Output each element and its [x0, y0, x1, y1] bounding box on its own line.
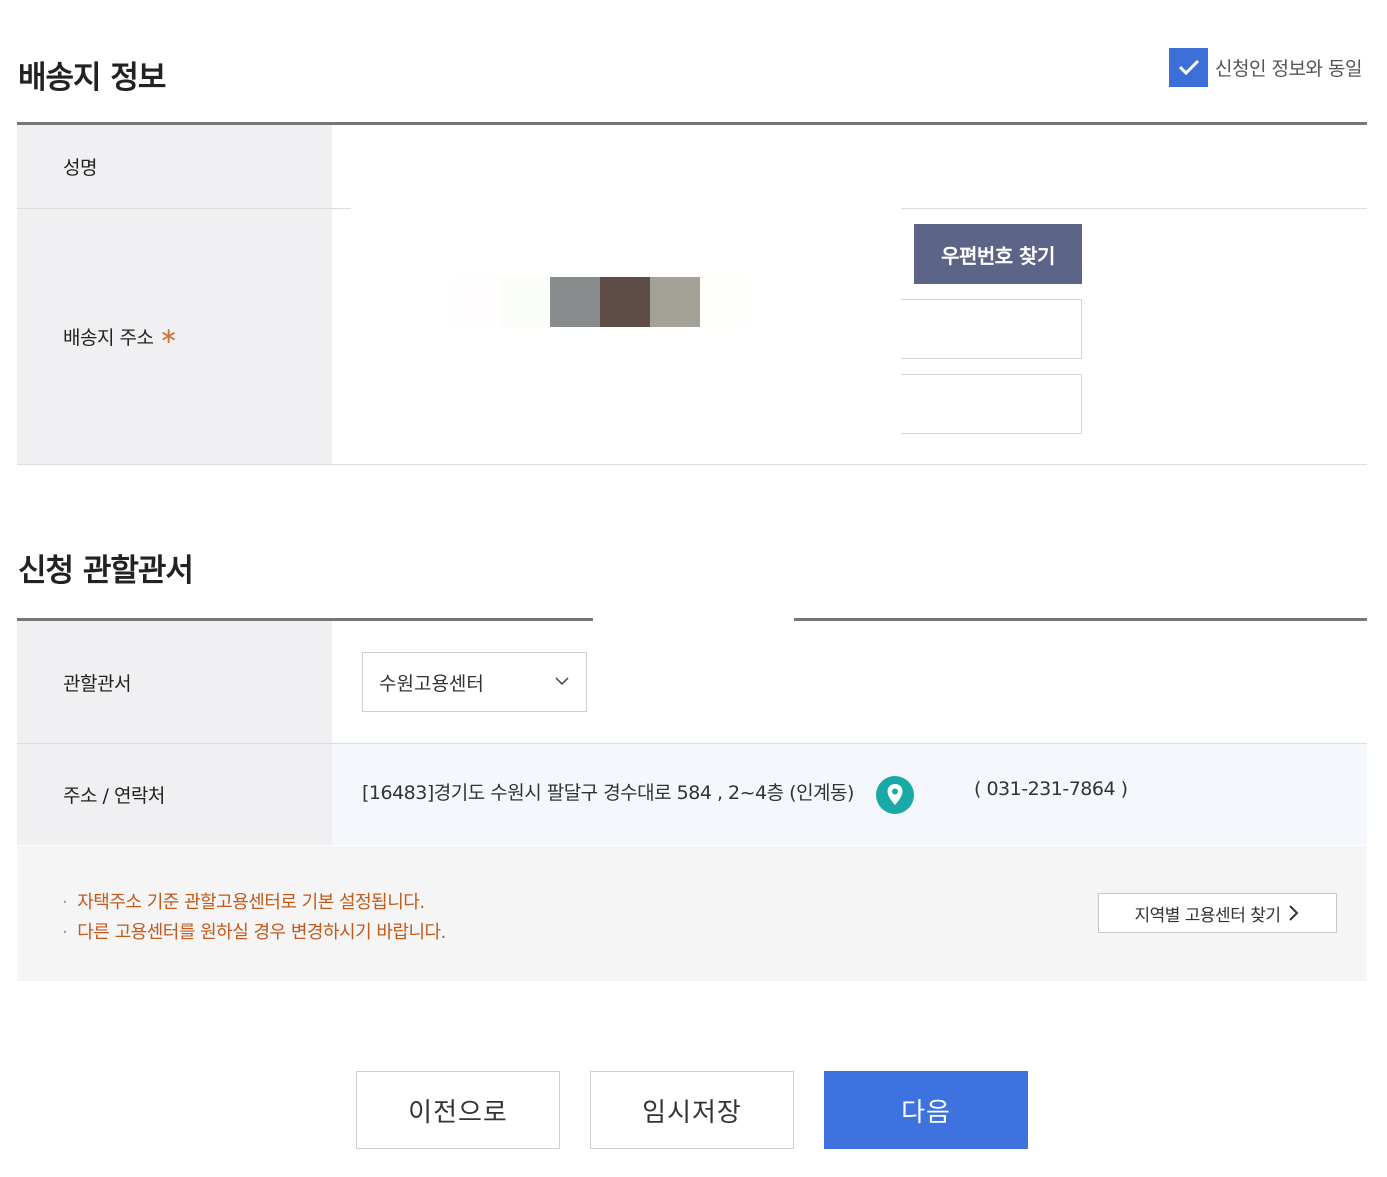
- find-regional-center-button[interactable]: 지역별 고용센터 찾기: [1098, 893, 1337, 933]
- bullet-icon: ·: [62, 922, 68, 943]
- address-line1-input[interactable]: [901, 299, 1082, 359]
- find-regional-center-label: 지역별 고용센터 찾기: [1134, 905, 1281, 926]
- bullet-icon: ·: [62, 892, 68, 913]
- checkbox-checked-icon[interactable]: [1169, 47, 1208, 87]
- delivery-section-title: 배송지 정보: [18, 60, 166, 96]
- office-select-value: 수원고용센터: [379, 672, 484, 695]
- office-label-cell: 관할관서: [17, 621, 332, 743]
- office-table-top-rule-right: [794, 618, 1367, 621]
- temp-save-button[interactable]: 임시저장: [590, 1071, 794, 1149]
- chevron-down-icon: [555, 677, 569, 686]
- name-row-divider-right: [901, 208, 1367, 209]
- redacted-content: [450, 277, 500, 327]
- office-select[interactable]: 수원고용센터: [362, 652, 587, 712]
- redacted-content: [500, 277, 550, 327]
- name-label: 성명: [63, 157, 97, 179]
- delivery-table-bottom-rule: [17, 464, 1367, 465]
- notice-item: · 다른 고용센터를 원하실 경우 변경하시기 바랍니다.: [62, 918, 446, 944]
- notice-text: 다른 고용센터를 원하실 경우 변경하시기 바랍니다.: [77, 922, 446, 943]
- notice-item: · 자택주소 기준 관할고용센터로 기본 설정됩니다.: [62, 888, 425, 914]
- previous-button[interactable]: 이전으로: [356, 1071, 560, 1149]
- office-address: [16483]경기도 수원시 팔달구 경수대로 584 , 2~4층 (인계동): [362, 782, 854, 804]
- name-label-cell: 성명: [17, 125, 332, 208]
- address-label-cell: 배송지 주소 ∗: [17, 209, 332, 464]
- redacted-content: [600, 277, 650, 327]
- redacted-content: [550, 277, 600, 327]
- map-pin-icon[interactable]: [876, 776, 914, 814]
- notice-text: 자택주소 기준 관할고용센터로 기본 설정됩니다.: [77, 892, 425, 913]
- next-button[interactable]: 다음: [824, 1071, 1028, 1149]
- redacted-content: [650, 277, 700, 327]
- contact-label-cell: 주소 / 연락처: [17, 744, 332, 845]
- same-as-applicant-label[interactable]: 신청인 정보와 동일: [1215, 54, 1362, 81]
- address-line2-input[interactable]: [901, 374, 1082, 434]
- office-section-title: 신청 관할관서: [18, 553, 194, 589]
- office-label: 관할관서: [63, 672, 131, 695]
- zip-code-search-button[interactable]: 우편번호 찾기: [914, 224, 1082, 284]
- address-label: 배송지 주소: [63, 327, 154, 349]
- redacted-content: [700, 277, 750, 327]
- same-as-applicant-checkbox[interactable]: 신청인 정보와 동일: [1169, 47, 1362, 87]
- chevron-right-icon: [1288, 905, 1298, 921]
- contact-label: 주소 / 연락처: [63, 785, 165, 807]
- office-phone: ( 031-231-7864 ): [974, 778, 1128, 800]
- required-asterisk-icon: ∗: [159, 324, 178, 349]
